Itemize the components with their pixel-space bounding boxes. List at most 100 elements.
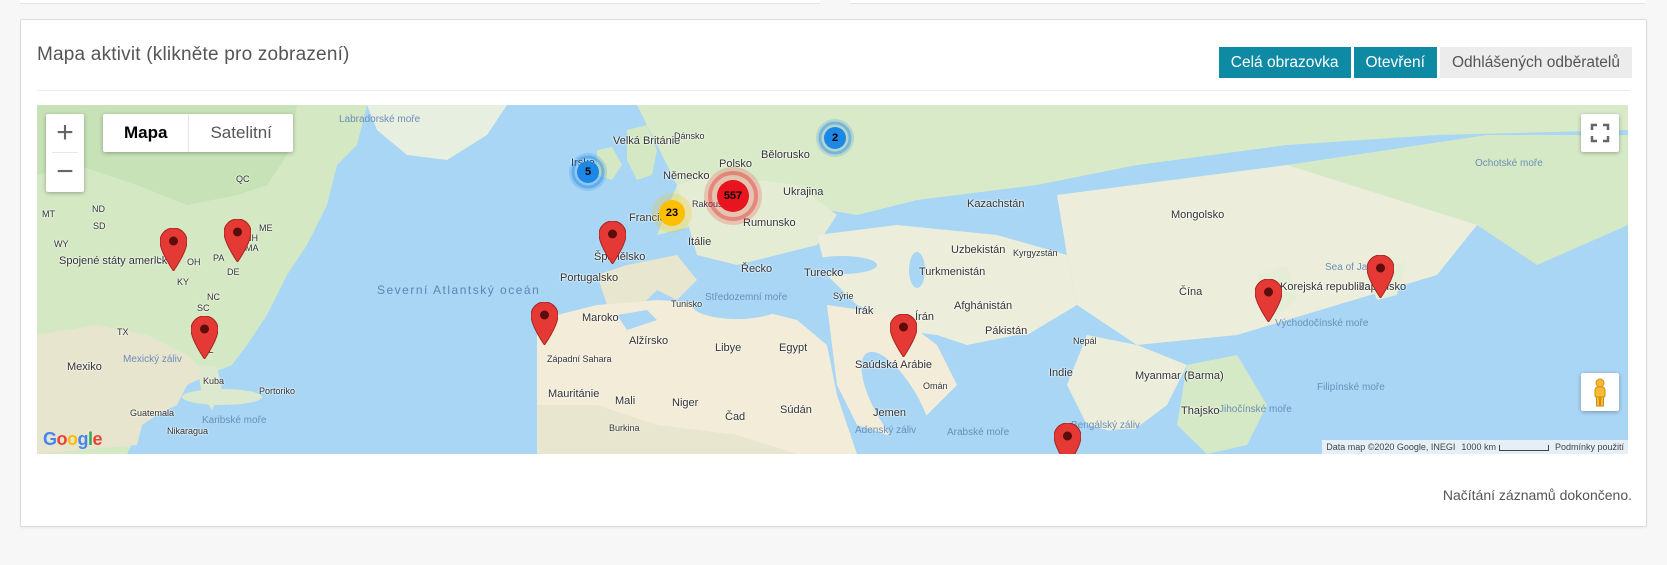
opens-filter-button[interactable]: Otevření — [1353, 47, 1437, 78]
marker-cluster-5[interactable]: 5 — [568, 152, 608, 192]
marker-cluster-23[interactable]: 23 — [651, 192, 693, 234]
map-label-burkina: Burkina — [609, 423, 640, 433]
location-marker-icon[interactable] — [531, 302, 558, 345]
map-type-control: Mapa Satelitní — [103, 114, 293, 152]
marker-cluster-557[interactable]: 557 — [703, 166, 763, 226]
map-label-atlantic: Severní Atlantský oceán — [377, 283, 539, 297]
map-label-wy: WY — [54, 239, 69, 249]
unsubscribed-filter-button[interactable]: Odhlášených odběratelů — [1439, 47, 1632, 78]
map-label-kazakhstan: Kazachstán — [967, 198, 1025, 210]
map-label-qc: QC — [236, 174, 250, 184]
map-label-gulf: Mexický záliv — [123, 354, 182, 365]
map-label-italy: Itálie — [688, 236, 712, 248]
map-attribution: Data map ©2020 Google, INEGI 1000 km Pod… — [1322, 440, 1628, 454]
zoom-in-button[interactable]: + — [46, 114, 84, 152]
map-label-sudan: Súdán — [780, 404, 812, 416]
map-label-aden: Adenský záliv — [855, 425, 917, 436]
map-label-thailand: Thajsko — [1181, 405, 1220, 417]
loading-status: Načítání záznamů dokončeno. — [1442, 487, 1632, 503]
map-label-yemen: Jemen — [873, 407, 907, 419]
zoom-control: + − — [46, 114, 84, 192]
street-view-button[interactable] — [1581, 373, 1619, 411]
map-label-algeria: Alžírsko — [629, 335, 669, 347]
map-label-mediterranean: Středozemní moře — [705, 292, 788, 303]
map-filter-buttons: Celá obrazovka Otevření Odhlášených odbě… — [1218, 47, 1632, 78]
map-label-okhotsk: Ochotské moře — [1475, 158, 1543, 169]
panel-title: Mapa aktivit (klikněte pro zobrazení) — [37, 44, 350, 65]
map-label-sd: SD — [93, 221, 106, 231]
fullscreen-button[interactable]: Celá obrazovka — [1218, 47, 1351, 78]
location-marker-icon[interactable] — [191, 316, 218, 359]
map-label-caribbean: Karibské moře — [202, 415, 267, 426]
map-label-kyrgyzstan: Kyrgyzstán — [1013, 248, 1058, 258]
map-label-portugal: Portugalsko — [560, 272, 619, 284]
map-label-guatemala: Guatemala — [130, 408, 175, 418]
map-label-uk: Velká Británie — [613, 135, 681, 147]
map-label-nd: ND — [92, 204, 105, 214]
map-fullscreen-button[interactable] — [1581, 114, 1619, 152]
zoom-out-button[interactable]: − — [46, 153, 84, 191]
map-label-mt: MT — [42, 209, 55, 219]
map-label-egypt: Egypt — [779, 342, 808, 354]
map-label-uzbekistan: Uzbekistán — [951, 244, 1006, 256]
scale-bar — [1498, 444, 1549, 451]
google-logo-letter: g — [77, 429, 89, 449]
map-label-bengal: Bengálský záliv — [1071, 420, 1140, 431]
map-label-niger: Niger — [672, 397, 699, 409]
location-marker-icon[interactable] — [1367, 255, 1394, 298]
map-label-western-sahara: Západní Sahara — [547, 354, 612, 364]
map-label-cuba: Kuba — [203, 376, 225, 386]
location-marker-icon[interactable] — [1255, 279, 1282, 322]
map-label-me: ME — [259, 223, 273, 233]
map-label-usa: Spojené státy americké — [59, 255, 174, 267]
location-marker-icon[interactable] — [599, 221, 626, 264]
map-label-mexico: Mexiko — [67, 361, 102, 373]
cluster-count: 557 — [723, 190, 743, 202]
map-terms-link[interactable]: Podmínky použití — [1555, 440, 1624, 454]
map-label-afghanistan: Afghánistán — [954, 300, 1013, 312]
marker-cluster-2[interactable]: 2 — [815, 118, 855, 158]
map-label-mali: Mali — [615, 395, 636, 407]
map-label-arabian-sea: Arabské moře — [947, 427, 1010, 438]
map-label-china: Čína — [1179, 286, 1203, 298]
map-label-oh: OH — [187, 257, 201, 267]
google-logo-letter: o — [67, 429, 78, 449]
previous-panel-edge-right — [850, 0, 1645, 4]
google-logo-letter: e — [92, 429, 103, 449]
location-marker-icon[interactable] — [1054, 423, 1081, 454]
map-label-india: Indie — [1049, 367, 1073, 379]
location-marker-icon[interactable] — [224, 219, 251, 262]
map-label-nc: NC — [207, 292, 220, 302]
cluster-count: 2 — [831, 132, 839, 144]
google-logo-letter: G — [43, 429, 57, 449]
map-label-morocco: Maroko — [582, 312, 619, 324]
map-label-libya: Libye — [715, 342, 742, 354]
map-label-turkmenistan: Turkmenistán — [919, 266, 986, 278]
map-label-belarus: Bělorusko — [761, 149, 810, 161]
map-label-east-china-sea: Východočínské moře — [1275, 318, 1369, 329]
map-label-philippine-sea: Filipínské moře — [1317, 382, 1385, 393]
map-label-myanmar: Myanmar (Barma) — [1135, 370, 1224, 382]
location-marker-icon[interactable] — [890, 314, 917, 357]
map-label-iran: Írán — [915, 311, 934, 323]
cluster-count: 5 — [584, 166, 592, 178]
map-label-tx: TX — [117, 327, 129, 337]
activity-map[interactable]: Labradorské moře Severní Atlantský oceán… — [37, 105, 1628, 454]
cluster-count: 23 — [665, 207, 679, 219]
location-marker-icon[interactable] — [160, 228, 187, 271]
map-type-satellite-button[interactable]: Satelitní — [188, 114, 292, 152]
map-label-turkey: Turecko — [804, 267, 844, 279]
map-label-iraq: Irák — [855, 305, 874, 317]
map-type-roadmap-button[interactable]: Mapa — [103, 114, 188, 152]
map-label-denmark: Dánsko — [674, 131, 705, 141]
previous-panel-edge — [20, 0, 820, 4]
map-scale[interactable]: 1000 km — [1461, 440, 1549, 454]
map-label-oman: Omán — [923, 381, 948, 391]
map-label-labrador: Labradorské moře — [339, 114, 421, 125]
map-label-tunisia: Tunisko — [671, 299, 703, 309]
map-label-ukraine: Ukrajina — [783, 186, 824, 198]
map-label-korea: Korejská republika — [1280, 281, 1371, 293]
activity-map-panel: Mapa aktivit (klikněte pro zobrazení) Ce… — [20, 19, 1647, 527]
google-logo: Google — [43, 429, 103, 450]
map-label-pr: Portoriko — [259, 386, 296, 396]
